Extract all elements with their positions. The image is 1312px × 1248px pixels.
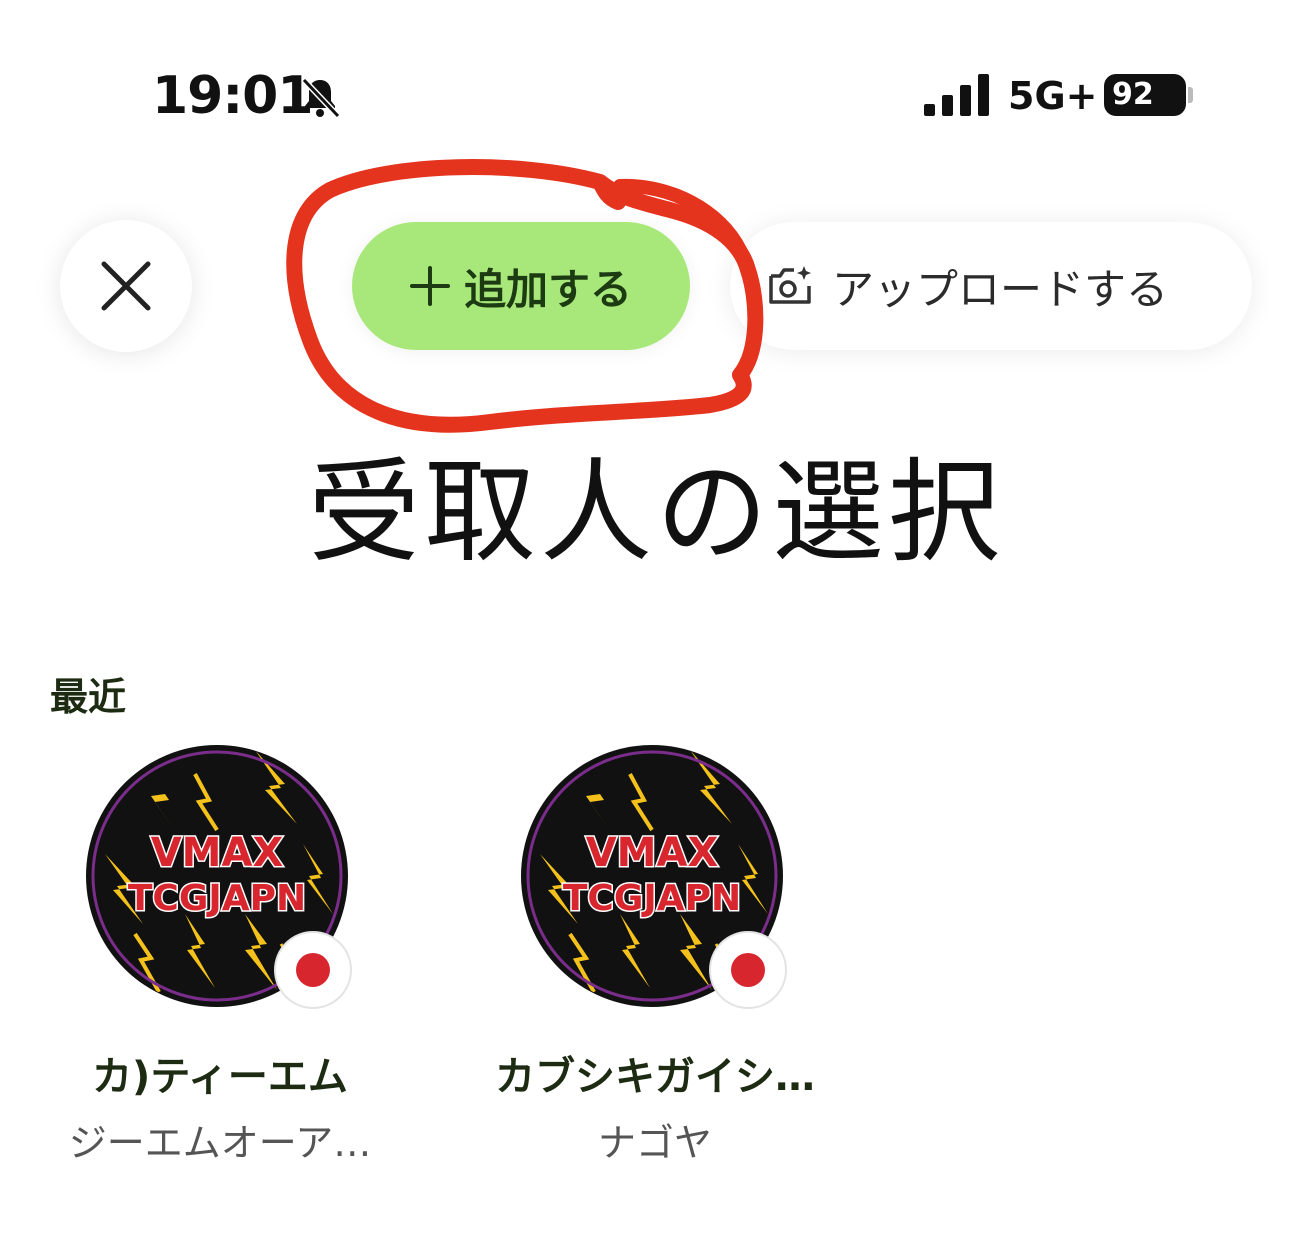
battery-level: 92: [1104, 74, 1186, 116]
camera-icon: [769, 266, 811, 304]
contact-name: カブシキガイシ…: [495, 1054, 815, 1100]
avatar-text-line1: VMAX: [151, 830, 284, 876]
contact-subtitle: ナゴヤ: [597, 1121, 712, 1165]
upload-button-label: アップロードする: [832, 264, 1169, 314]
status-time: 19:01: [152, 66, 314, 126]
close-icon: [101, 261, 151, 311]
close-button[interactable]: [60, 220, 192, 352]
network-label: 5G+: [1008, 74, 1098, 118]
upload-button[interactable]: アップロードする: [730, 222, 1252, 350]
contact-subtitle: ジーエムオーア…: [68, 1121, 372, 1165]
plus-icon: [409, 266, 450, 306]
contact-name: カ)ティーエム: [92, 1054, 348, 1100]
japan-flag-icon: [274, 931, 352, 1009]
battery-indicator: 92: [1104, 74, 1193, 116]
bell-muted-icon: [301, 77, 341, 119]
battery-cap: [1188, 87, 1193, 103]
signal-icon: [924, 74, 989, 116]
recent-contact-item[interactable]: VMAX TCGJAPN カ)ティーエム ジーエムオーア…: [55, 744, 385, 1165]
page-title: 受取人の選択: [308, 448, 1004, 578]
add-recipient-button[interactable]: 追加する: [352, 222, 690, 350]
avatar-text-line1: VMAX: [586, 830, 719, 876]
recipient-select-screen: 19:01 5G+ 92 追加する アップロードする 受取人の選択 最近 VMA…: [0, 0, 1312, 1248]
recent-section-label: 最近: [50, 675, 127, 719]
recent-contact-item[interactable]: VMAX TCGJAPN カブシキガイシ… ナゴヤ: [490, 744, 820, 1165]
japan-flag-icon: [709, 931, 787, 1009]
add-button-label: 追加する: [463, 264, 632, 314]
avatar-text-line2: TCGJAPN: [128, 878, 306, 919]
avatar-text-line2: TCGJAPN: [563, 878, 741, 919]
